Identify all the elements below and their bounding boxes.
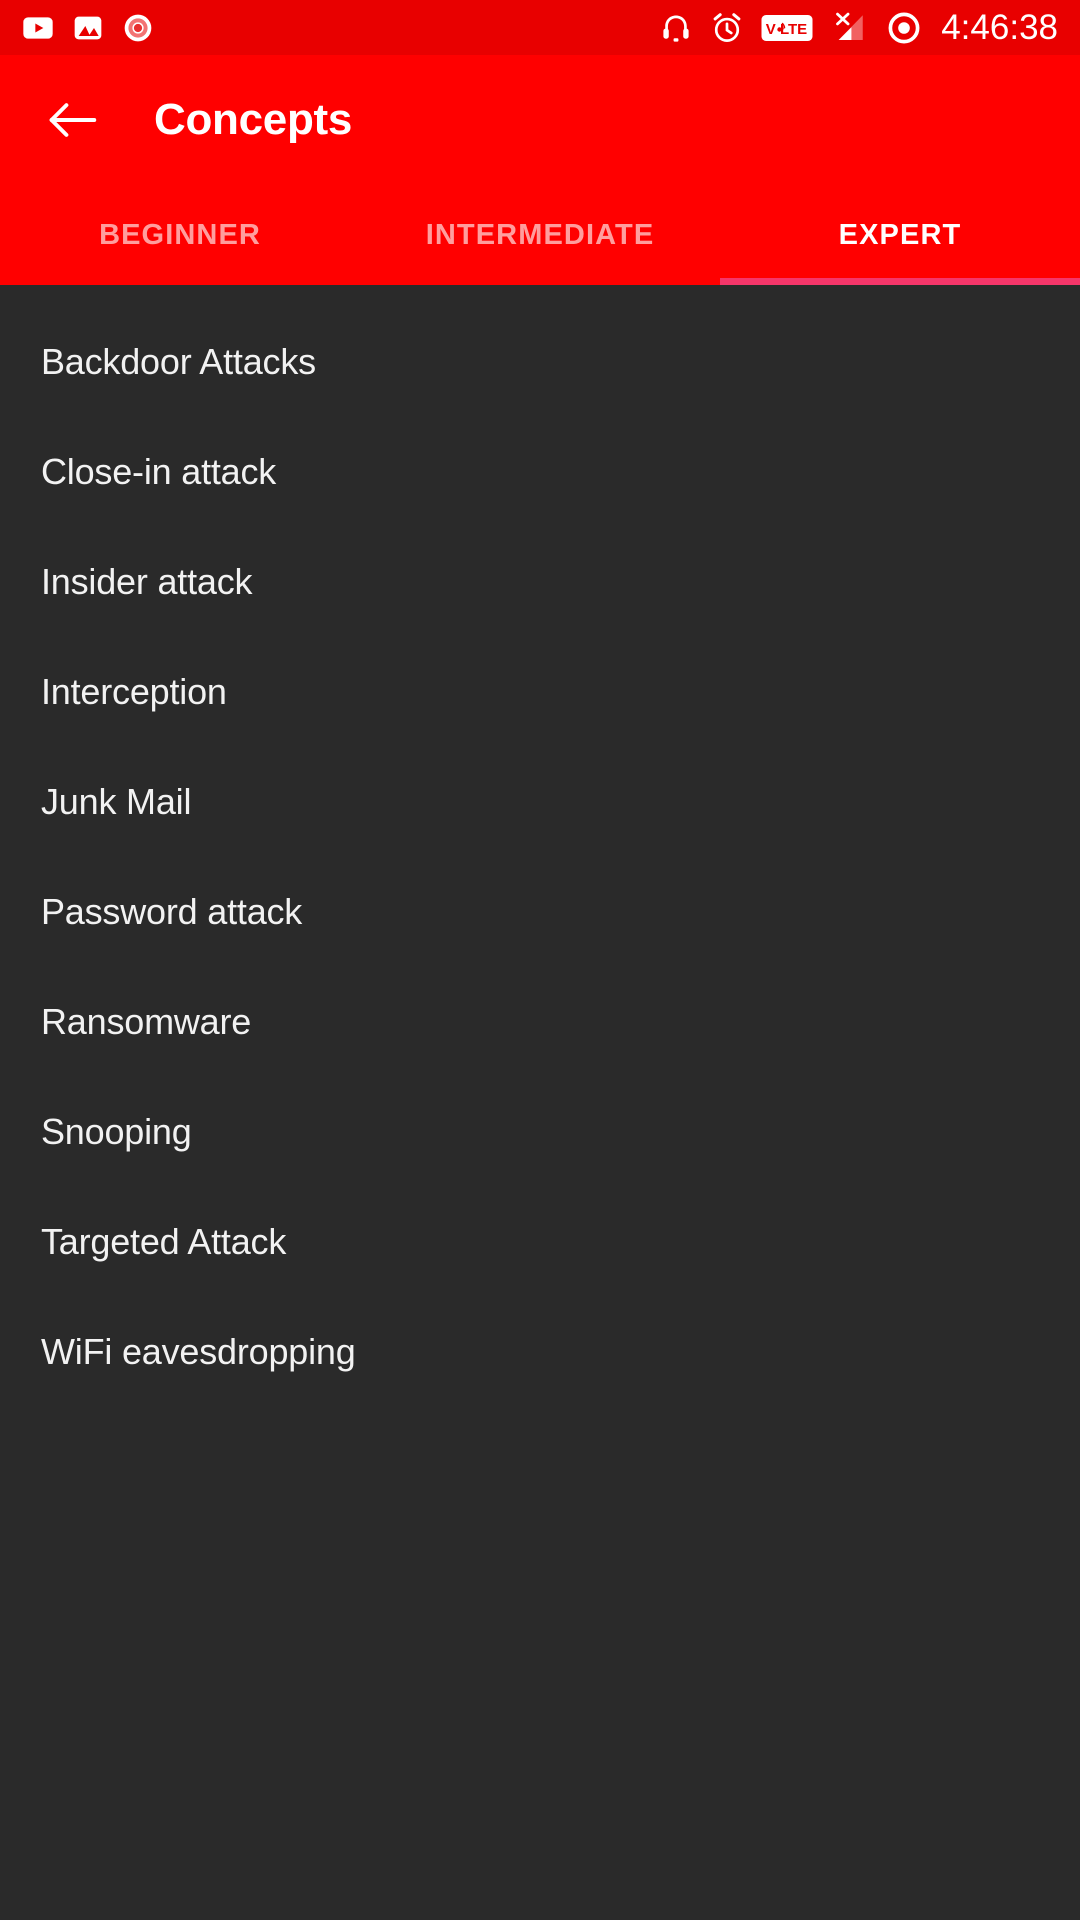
concepts-list: Backdoor Attacks Close-in attack Insider… [0, 285, 1080, 1920]
status-bar-clock: 4:46:38 [941, 8, 1058, 47]
list-item[interactable]: Backdoor Attacks [0, 307, 1080, 417]
tab-intermediate[interactable]: INTERMEDIATE [360, 185, 720, 285]
alarm-icon [710, 11, 744, 45]
record-indicator-icon [887, 11, 921, 45]
list-item-label: Backdoor Attacks [41, 341, 316, 382]
tab-expert-label: EXPERT [838, 218, 962, 251]
tab-intermediate-label: INTERMEDIATE [425, 218, 655, 251]
list-item[interactable]: Snooping [0, 1077, 1080, 1187]
list-item-label: Ransomware [41, 1001, 252, 1042]
tab-beginner-label: BEGINNER [99, 218, 261, 251]
app-bar: Concepts BEGINNER INTERMEDIATE EXPERT [0, 55, 1080, 285]
tab-bar: BEGINNER INTERMEDIATE EXPERT [0, 185, 1080, 285]
svg-text:V LTE: V LTE [766, 21, 807, 38]
list-item-label: WiFi eavesdropping [41, 1331, 356, 1372]
list-item[interactable]: Close-in attack [0, 417, 1080, 527]
list-item[interactable]: WiFi eavesdropping [0, 1297, 1080, 1407]
headphones-icon [659, 11, 693, 45]
list-item[interactable]: Insider attack [0, 527, 1080, 637]
list-item-label: Close-in attack [41, 451, 277, 492]
list-item-label: Interception [41, 671, 227, 712]
signal-off-icon [830, 11, 870, 45]
status-bar-system-icons: V LTE 4:46:38 [659, 10, 1058, 45]
tab-beginner[interactable]: BEGINNER [0, 185, 360, 285]
status-bar: V LTE 4:46:38 [0, 0, 1080, 55]
app-bar-top-row: Concepts [0, 55, 1080, 185]
list-item[interactable]: Targeted Attack [0, 1187, 1080, 1297]
list-item-label: Junk Mail [41, 781, 192, 822]
list-item[interactable]: Junk Mail [0, 747, 1080, 857]
list-item[interactable]: Interception [0, 637, 1080, 747]
tab-expert[interactable]: EXPERT [720, 185, 1080, 285]
list-item-label: Snooping [41, 1111, 192, 1152]
tab-active-indicator [720, 278, 1080, 285]
list-item-label: Password attack [41, 891, 303, 932]
list-item[interactable]: Password attack [0, 857, 1080, 967]
youtube-icon [22, 12, 54, 44]
page-title: Concepts [154, 95, 353, 144]
list-item[interactable]: Ransomware [0, 967, 1080, 1077]
list-item-label: Insider attack [41, 561, 253, 602]
gallery-icon [72, 12, 104, 44]
back-button[interactable] [40, 88, 104, 152]
list-item-label: Targeted Attack [41, 1221, 287, 1262]
screen-record-icon [122, 12, 154, 44]
app-screen: V LTE 4:46:38 Concepts BEGINNER INTERMED… [0, 0, 1080, 1920]
volte-icon: V LTE [761, 13, 813, 43]
status-bar-notification-icons [22, 12, 154, 44]
back-arrow-icon [49, 103, 97, 137]
